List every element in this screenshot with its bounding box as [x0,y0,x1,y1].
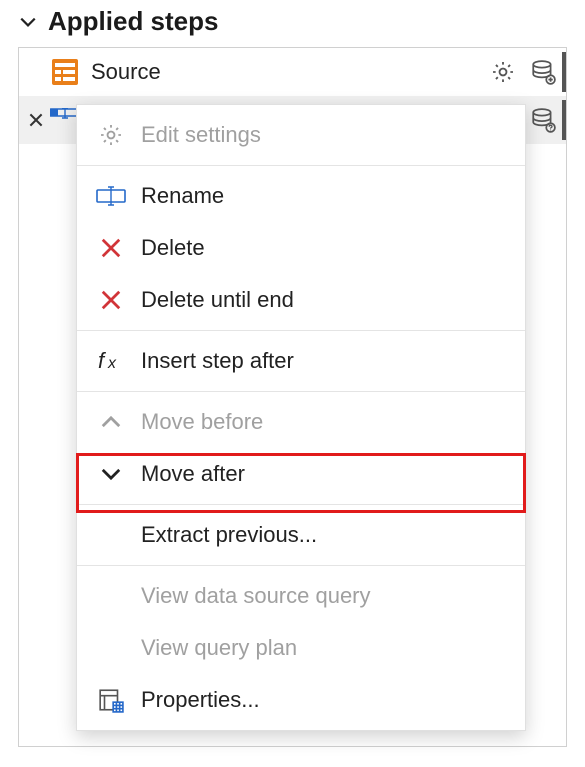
menu-separator [77,391,525,392]
delete-x-icon [91,289,131,311]
menu-edit-settings: Edit settings [77,109,525,161]
step-row-source[interactable]: Source [19,48,566,96]
applied-steps-panel: Source [18,47,567,747]
menu-extract-previous[interactable]: Extract previous... [77,509,525,561]
menu-separator [77,504,525,505]
scroll-indicator [562,52,566,92]
gear-icon [91,122,131,148]
menu-properties[interactable]: Properties... [77,674,525,726]
step-label: Source [91,59,486,85]
menu-label: Insert step after [131,348,294,374]
applied-steps-header[interactable]: Applied steps [0,0,585,47]
delete-x-icon [91,237,131,259]
scroll-indicator [562,100,566,140]
menu-delete-until-end[interactable]: Delete until end [77,274,525,326]
menu-separator [77,330,525,331]
menu-move-after[interactable]: Move after [77,448,525,500]
settings-button[interactable] [486,55,520,89]
svg-text:x: x [107,355,117,372]
menu-label: Extract previous... [131,522,317,548]
chevron-up-icon [91,411,131,433]
applied-steps-title: Applied steps [48,6,218,37]
chevron-down-icon [91,463,131,485]
properties-icon [91,687,131,713]
menu-separator [77,565,525,566]
menu-rename[interactable]: Rename [77,170,525,222]
delete-step-button[interactable] [25,109,47,131]
menu-label: View query plan [131,635,297,661]
menu-insert-step-after[interactable]: f x Insert step after [77,335,525,387]
menu-label: Delete [131,235,205,261]
menu-label: Edit settings [131,122,261,148]
step-context-menu: Edit settings Rename Delete Dele [76,104,526,731]
chevron-down-icon [18,12,38,32]
menu-label: Delete until end [131,287,294,313]
fx-icon: f x [91,349,131,373]
rename-icon [91,185,131,207]
menu-separator [77,165,525,166]
source-step-icon [49,56,81,88]
menu-label: View data source query [131,583,371,609]
menu-label: Rename [131,183,224,209]
menu-view-query-plan: View query plan [77,622,525,674]
menu-label: Move after [131,461,245,487]
menu-label: Properties... [131,687,260,713]
menu-move-before: Move before [77,396,525,448]
menu-label: Move before [131,409,263,435]
database-icon[interactable] [526,55,560,89]
svg-text:f: f [98,349,107,373]
menu-delete[interactable]: Delete [77,222,525,274]
database-question-icon[interactable] [526,103,560,137]
menu-view-data-source-query: View data source query [77,570,525,622]
